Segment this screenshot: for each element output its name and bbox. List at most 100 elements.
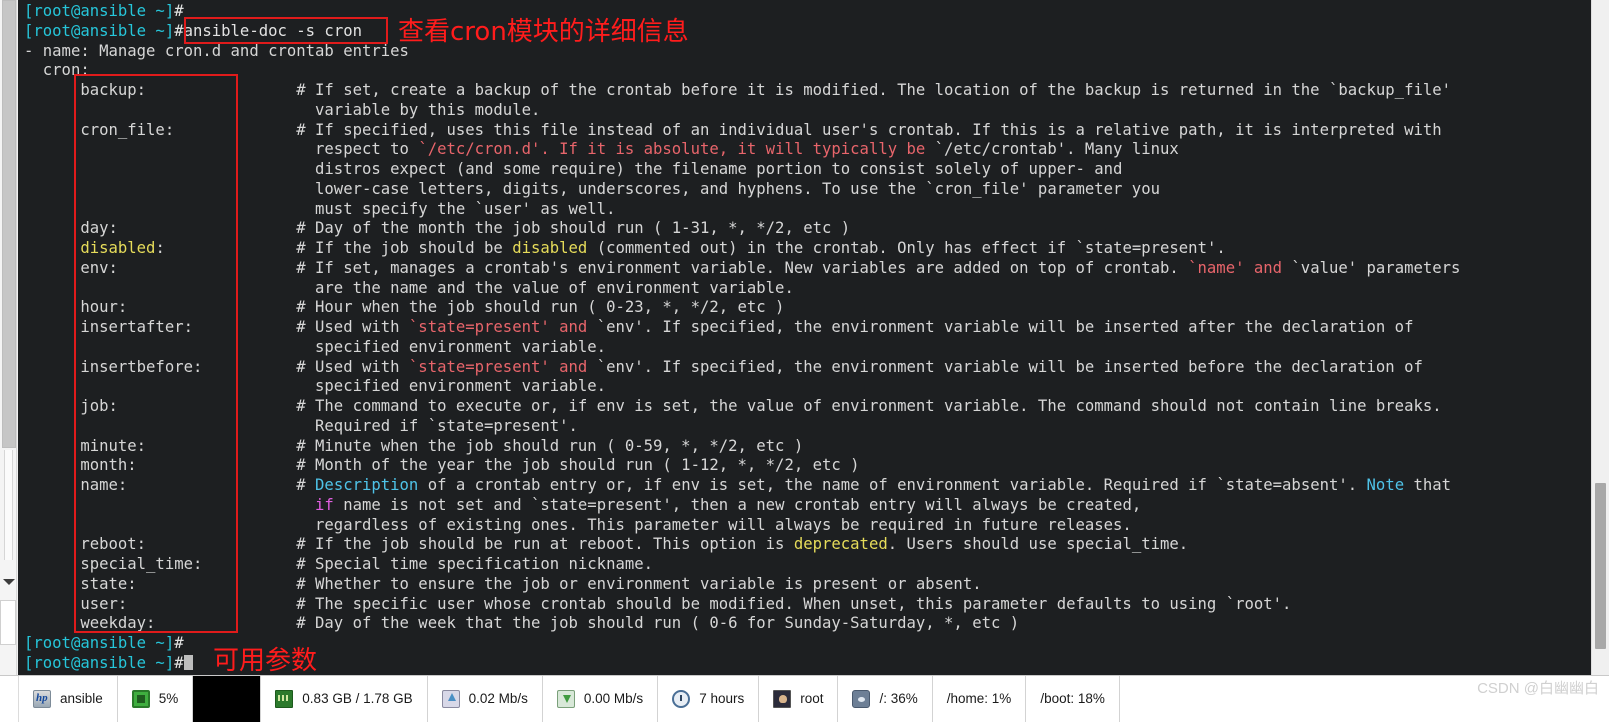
terminal-line: env: # If set, manages a crontab's envir…	[24, 259, 1460, 279]
terminal-line: [root@ansible ~]#ansible-doc -s cron	[24, 22, 1460, 42]
scrollbar-groove	[4, 450, 13, 560]
taskbar-item-label: /home: 1%	[946, 691, 1012, 707]
taskbar-cpu-graph	[193, 676, 262, 722]
taskbar-item[interactable]: /boot: 18%	[1026, 676, 1120, 722]
terminal-line: hour: # Hour when the job should run ( 0…	[24, 298, 1460, 318]
taskbar-item[interactable]: /: 36%	[838, 676, 933, 722]
terminal-cursor	[183, 654, 193, 670]
terminal-text: regardless of existing ones. This parame…	[24, 515, 1132, 534]
scroll-down-arrow-icon[interactable]	[2, 575, 15, 588]
terminal-line: month: # Month of the year the job shoul…	[24, 456, 1460, 476]
terminal-text: cron:	[24, 61, 90, 80]
network-upload-icon	[441, 690, 460, 708]
terminal-text: specified environment variable.	[24, 377, 607, 396]
terminal-text: minute: # Minute when the job should run…	[24, 436, 804, 455]
terminal-text: Description	[315, 476, 419, 494]
terminal-line: cron_file: # If specified, uses this fil…	[24, 121, 1460, 141]
taskbar-item-label: 0.83 GB / 1.78 GB	[302, 691, 413, 707]
terminal-text: of a crontab entry or, if env is set, th…	[418, 476, 1367, 494]
terminal-text: that	[1404, 476, 1452, 494]
terminal-vertical-scrollbar[interactable]	[1591, 0, 1609, 675]
terminal-line: are the name and the value of environmen…	[24, 279, 1460, 299]
taskbar-item-label: ansible	[60, 691, 103, 707]
disk-icon	[852, 690, 871, 708]
terminal-text: cron_file: # If specified, uses this fil…	[24, 120, 1442, 139]
terminal-text: #	[174, 653, 184, 672]
terminal-line: state: # Whether to ensure the job or en…	[24, 575, 1460, 595]
terminal-text: backup: # If set, create a backup of the…	[24, 81, 1452, 99]
taskbar-item-label: /: 36%	[879, 691, 918, 707]
terminal-text: - name: Manage cron.d and crontab entrie…	[24, 41, 409, 60]
terminal-text: month: # Month of the year the job shoul…	[24, 456, 860, 475]
taskbar-item[interactable]: 0.02 Mb/s	[428, 676, 543, 722]
terminal-line: lower-case letters, digits, underscores,…	[24, 180, 1460, 200]
terminal-line: day: # Day of the month the job should r…	[24, 219, 1460, 239]
network-download-icon	[556, 690, 575, 708]
user-icon	[773, 690, 792, 708]
terminal-scrollbar-thumb[interactable]	[1595, 483, 1606, 649]
terminal-line: specified environment variable.	[24, 338, 1460, 358]
terminal-text: env: # If set, manages a crontab's envir…	[24, 258, 1189, 277]
terminal-text: `value' parameters	[1291, 258, 1461, 277]
terminal-text: #ansible-doc -s cron	[174, 21, 362, 40]
terminal-line: special_time: # Special time specificati…	[24, 555, 1460, 575]
command-annotation-text: 查看cron模块的详细信息	[398, 17, 689, 47]
terminal-line: variable by this module.	[24, 101, 1460, 121]
terminal-line: cron:	[24, 61, 1460, 81]
terminal-line: disabled: # If the job should be disable…	[24, 239, 1460, 259]
hp-logo-icon	[33, 690, 51, 708]
terminal-text: special_time: # Special time specificati…	[24, 555, 654, 573]
terminal-text: state: # Whether to ensure the job or en…	[24, 574, 982, 593]
terminal-text: `env'. If specified, the environment var…	[596, 318, 1414, 336]
taskbar-item[interactable]: root	[759, 676, 839, 722]
screen-root: [root@ansible ~]# [root@ansible ~]#ansibl…	[0, 0, 1609, 722]
terminal-text: name: #	[24, 476, 316, 494]
terminal-text: Required if `state=present'.	[24, 416, 578, 435]
terminal-line: user: # The specific user whose crontab …	[24, 595, 1460, 615]
terminal-text: (commented out) in the crontab. Only has…	[587, 239, 1226, 257]
terminal-text: variable by this module.	[24, 100, 541, 119]
taskbar-item[interactable]: 0.83 GB / 1.78 GB	[261, 676, 428, 722]
terminal-line: name: # Description of a crontab entry o…	[24, 476, 1460, 496]
taskbar-item[interactable]: 5%	[118, 676, 194, 722]
terminal-line: [root@ansible ~]#	[24, 2, 1460, 22]
terminal-text: hour: # Hour when the job should run ( 0…	[24, 298, 785, 317]
terminal-text: [root@ansible ~]	[24, 2, 175, 20]
terminal-line: if name is not set and `state=present', …	[24, 496, 1460, 516]
terminal-text: `env'. If specified, the environment var…	[596, 357, 1423, 376]
terminal-output: [root@ansible ~]# [root@ansible ~]#ansibl…	[18, 0, 1460, 674]
terminal-line: minute: # Minute when the job should run…	[24, 437, 1460, 457]
terminal-line: specified environment variable.	[24, 377, 1460, 397]
terminal-text: must specify the `user' as well.	[24, 199, 616, 218]
taskbar-item-label: 5%	[158, 691, 179, 707]
terminal-text: `state=present' and	[408, 318, 597, 336]
terminal-text: reboot: # If the job should be run at re…	[24, 535, 794, 554]
taskbar-item[interactable]: /home: 1%	[933, 676, 1027, 722]
terminal-text: : # If the job should be	[155, 239, 513, 257]
taskbar-item-label: root	[800, 691, 824, 707]
memory-icon	[275, 690, 294, 708]
taskbar-item-label: 0.02 Mb/s	[468, 691, 528, 707]
terminal-text: insertafter: # Used with	[24, 318, 409, 336]
terminal-window[interactable]: [root@ansible ~]# [root@ansible ~]#ansibl…	[18, 0, 1591, 675]
taskbar-item[interactable]: ansible	[19, 676, 118, 722]
csdn-watermark: CSDN @白幽幽白	[1477, 680, 1599, 697]
taskbar-item-label: 7 hours	[699, 691, 745, 707]
taskbar-item[interactable]: 7 hours	[658, 676, 760, 722]
terminal-line: insertafter: # Used with `state=present'…	[24, 318, 1460, 338]
terminal-text: disabled	[512, 239, 588, 257]
outer-vertical-scrollbar[interactable]	[0, 0, 17, 675]
cpu-icon	[131, 690, 150, 708]
terminal-line: backup: # If set, create a backup of the…	[24, 81, 1460, 101]
terminal-line: job: # The command to execute or, if env…	[24, 397, 1460, 417]
system-status-taskbar: ansible 5% 0.83 GB / 1.78 GB 0.02 Mb/s 0.00 …	[0, 675, 1609, 722]
terminal-line: respect to `/etc/cron.d'. If it is absol…	[24, 140, 1460, 160]
terminal-text: `/etc/cron.d'. If it is absolute, it wil…	[418, 140, 935, 159]
taskbar-item[interactable]: 0.00 Mb/s	[543, 676, 659, 722]
terminal-text: if	[315, 495, 334, 514]
uptime-clock-icon	[672, 690, 691, 708]
terminal-line: must specify the `user' as well.	[24, 200, 1460, 220]
scrollbar-thumb[interactable]	[2, 0, 16, 448]
